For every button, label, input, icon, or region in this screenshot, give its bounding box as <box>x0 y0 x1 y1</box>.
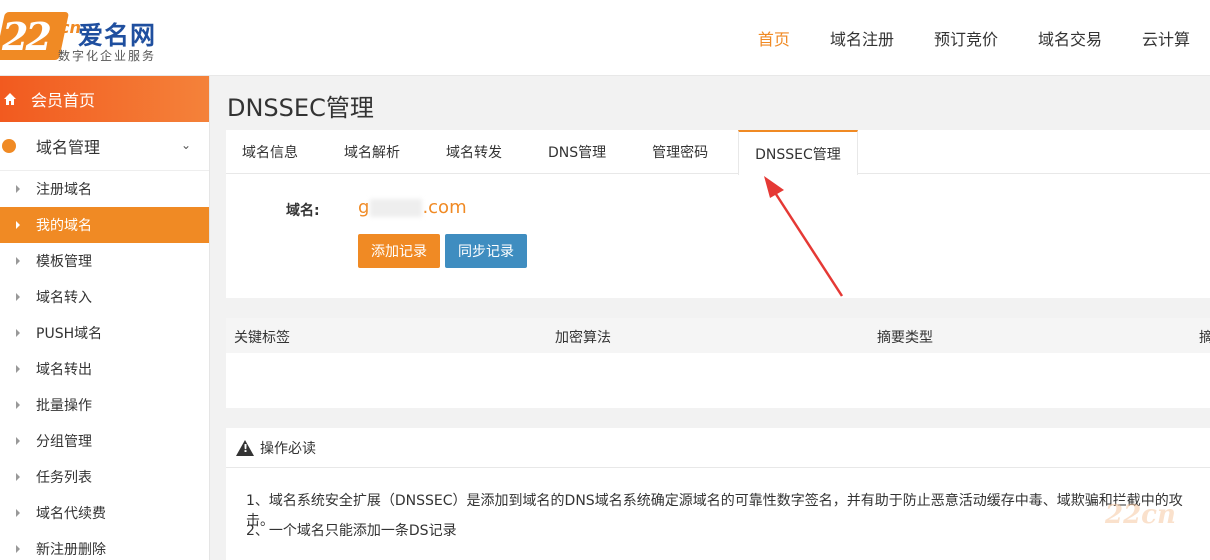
sidebar-item-label: 域名转入 <box>36 290 92 306</box>
nav-domain-register[interactable]: 域名注册 <box>830 26 894 50</box>
sidebar-item-label: 任务列表 <box>36 470 92 486</box>
sidebar-home[interactable]: 会员首页 <box>0 76 209 122</box>
sidebar-item-transfer-in[interactable]: 域名转入 <box>0 279 209 315</box>
tab-domain-resolve[interactable]: 域名解析 <box>328 130 416 174</box>
sidebar-item-label: 新注册删除 <box>36 542 106 558</box>
col-algorithm: 加密算法 <box>555 330 611 346</box>
sidebar-item-register[interactable]: 注册域名 <box>0 171 209 207</box>
logo-slogan: 数字化企业服务 <box>58 49 157 63</box>
caret-right-icon <box>16 509 20 517</box>
sidebar-item-batch[interactable]: 批量操作 <box>0 387 209 423</box>
sidebar-item-label: 域名代续费 <box>36 506 106 522</box>
sidebar-item-label: 域名转出 <box>36 362 92 378</box>
sidebar-item-label: 注册域名 <box>36 182 92 198</box>
tab-manage-password[interactable]: 管理密码 <box>636 130 724 174</box>
caret-right-icon <box>16 437 20 445</box>
sidebar-item-groups[interactable]: 分组管理 <box>0 423 209 459</box>
globe-icon <box>2 139 16 153</box>
sidebar-item-label: PUSH域名 <box>36 326 103 342</box>
header: 22 cn 爱名网 数字化企业服务 首页 域名注册 预订竞价 域名交易 云计算 <box>0 0 1210 76</box>
caret-right-icon <box>16 185 20 193</box>
sidebar-item-push[interactable]: PUSH域名 <box>0 315 209 351</box>
caret-right-icon <box>16 473 20 481</box>
table-header: 关键标签 加密算法 摘要类型 摘 <box>226 318 1210 353</box>
sidebar-home-label: 会员首页 <box>31 91 96 110</box>
chevron-down-icon: ⌄ <box>180 138 191 152</box>
notice-panel: 操作必读 1、域名系统安全扩展（DNSSEC）是添加到域名的DNS域名系统确定源… <box>226 428 1210 560</box>
col-key-tag: 关键标签 <box>234 330 290 346</box>
domain-label: 域名: <box>286 203 320 219</box>
nav-cloud[interactable]: 云计算 <box>1142 26 1190 50</box>
sidebar-group-domain[interactable]: 域名管理 ⌄ <box>0 122 209 171</box>
sidebar-item-label: 模板管理 <box>36 254 92 270</box>
warning-icon <box>236 439 254 456</box>
page-title: DNSSEC管理 <box>227 94 374 122</box>
watermark: 22cn <box>1105 500 1176 530</box>
col-digest: 摘 <box>1199 330 1210 346</box>
sidebar-item-new-delete[interactable]: 新注册删除 <box>0 531 209 560</box>
tab-domain-forward[interactable]: 域名转发 <box>430 130 518 174</box>
caret-right-icon <box>16 365 20 373</box>
sidebar-item-label: 分组管理 <box>36 434 92 450</box>
sidebar-item-my-domains[interactable]: 我的域名 <box>0 207 209 243</box>
sync-record-button[interactable]: 同步记录 <box>445 234 527 268</box>
sidebar-item-tasks[interactable]: 任务列表 <box>0 459 209 495</box>
caret-right-icon <box>16 329 20 337</box>
tab-domain-info[interactable]: 域名信息 <box>226 130 314 174</box>
col-digest-type: 摘要类型 <box>877 330 933 346</box>
home-icon <box>3 92 17 106</box>
caret-right-icon <box>16 545 20 553</box>
sidebar-item-label: 我的域名 <box>36 218 92 234</box>
redacted-mask <box>370 199 423 217</box>
nav-reserve-bid[interactable]: 预订竞价 <box>934 26 998 50</box>
sidebar: 会员首页 域名管理 ⌄ 注册域名 我的域名 模板管理 域名转入 PUSH域名 域… <box>0 76 210 560</box>
sidebar-item-transfer-out[interactable]: 域名转出 <box>0 351 209 387</box>
nav-domain-trade[interactable]: 域名交易 <box>1038 26 1102 50</box>
tab-dnssec[interactable]: DNSSEC管理 <box>738 130 858 175</box>
domain-prefix: g <box>358 197 370 218</box>
sidebar-item-templates[interactable]: 模板管理 <box>0 243 209 279</box>
sidebar-item-label: 批量操作 <box>36 398 92 414</box>
site-logo[interactable]: 22 cn 爱名网 数字化企业服务 <box>0 10 170 66</box>
notice-title: 操作必读 <box>260 440 316 457</box>
dnssec-panel: 域名信息 域名解析 域名转发 DNS管理 管理密码 DNSSEC管理 域名: g… <box>226 130 1210 298</box>
notice-header: 操作必读 <box>226 428 1210 468</box>
add-record-button[interactable]: 添加记录 <box>358 234 440 268</box>
domain-value: g .com <box>358 197 467 218</box>
tab-dns-manage[interactable]: DNS管理 <box>532 130 622 174</box>
tab-bar: 域名信息 域名解析 域名转发 DNS管理 管理密码 DNSSEC管理 <box>226 130 1210 175</box>
caret-right-icon <box>16 401 20 409</box>
notice-line-2: 2、一个域名只能添加一条DS记录 <box>246 523 457 539</box>
sidebar-item-renewal[interactable]: 域名代续费 <box>0 495 209 531</box>
caret-right-icon <box>16 221 20 229</box>
domain-suffix: .com <box>422 197 467 218</box>
nav-home[interactable]: 首页 <box>758 26 790 50</box>
top-nav: 首页 域名注册 预订竞价 域名交易 云计算 <box>758 0 1210 76</box>
ds-record-table: 关键标签 加密算法 摘要类型 摘 <box>226 318 1210 408</box>
caret-right-icon <box>16 293 20 301</box>
logo-number: 22 <box>2 14 52 59</box>
caret-right-icon <box>16 257 20 265</box>
sidebar-group-label: 域名管理 <box>36 138 101 157</box>
